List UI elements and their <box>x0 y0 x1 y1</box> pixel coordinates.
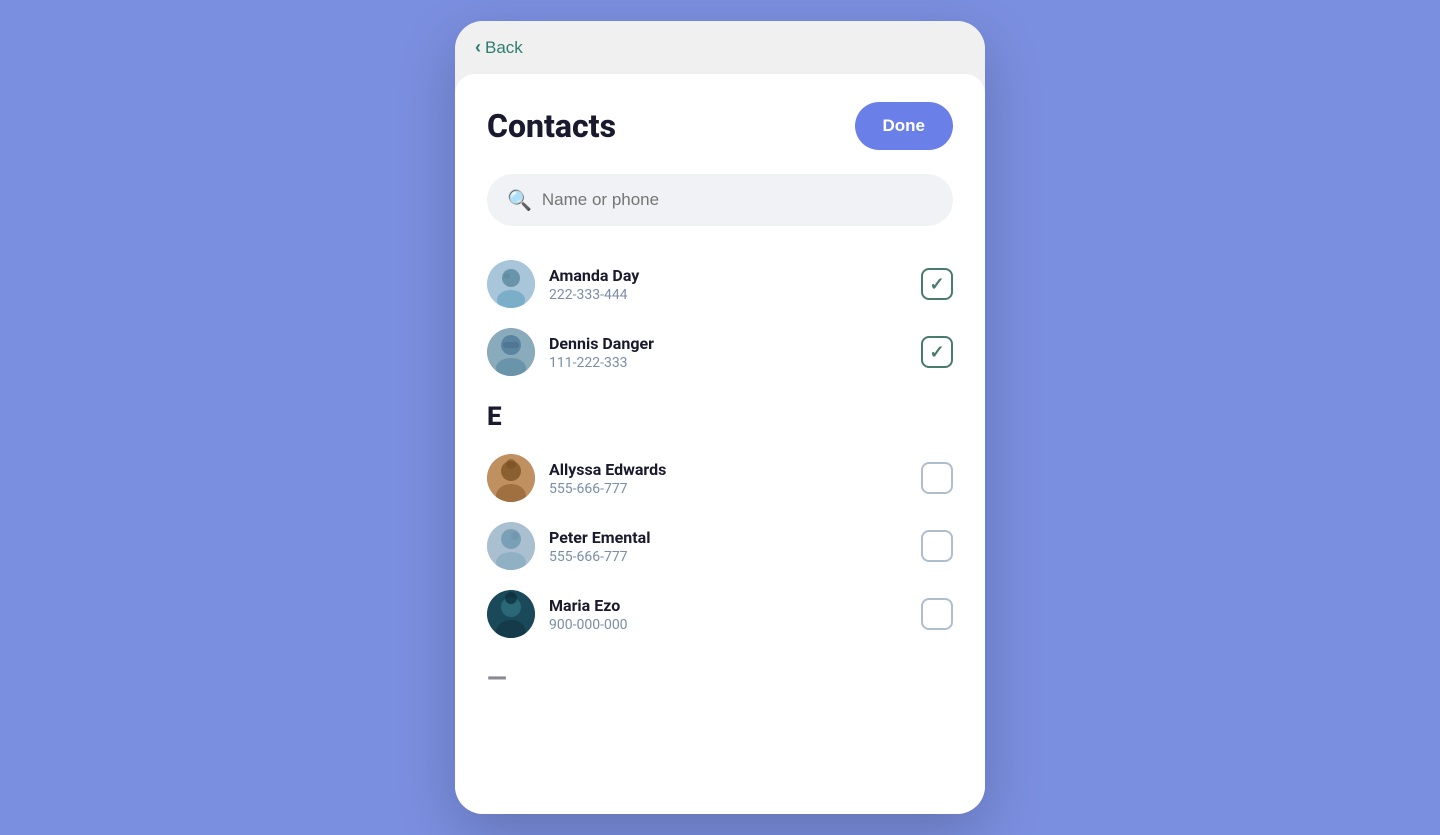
contact-info: Maria Ezo 900-000-000 <box>549 596 907 633</box>
phone-container: ‹ Back Contacts Done 🔍 <box>455 21 985 814</box>
contact-checkbox-dennis[interactable] <box>921 336 953 368</box>
avatar <box>487 260 535 308</box>
section-label-next: — <box>487 664 953 694</box>
back-label: Back <box>485 38 523 58</box>
contact-checkbox-amanda[interactable] <box>921 268 953 300</box>
contact-item[interactable]: Amanda Day 222-333-444 <box>487 250 953 318</box>
contact-phone: 111-222-333 <box>549 355 907 371</box>
contact-item[interactable]: Maria Ezo 900-000-000 <box>487 580 953 648</box>
search-bar: 🔍 <box>487 174 953 226</box>
contact-info: Amanda Day 222-333-444 <box>549 266 907 303</box>
avatar <box>487 590 535 638</box>
contact-phone: 555-666-777 <box>549 481 907 497</box>
search-input[interactable] <box>542 190 933 210</box>
section-e-list: Allyssa Edwards 555-666-777 Peter Ementa… <box>487 444 953 648</box>
main-content: Contacts Done 🔍 Amanda Day <box>455 74 985 814</box>
contact-phone: 555-666-777 <box>549 549 907 565</box>
contact-name: Dennis Danger <box>549 334 907 353</box>
contact-name: Maria Ezo <box>549 596 907 615</box>
section-label-e: E <box>487 402 953 432</box>
contact-info: Peter Emental 555-666-777 <box>549 528 907 565</box>
contact-phone: 900-000-000 <box>549 617 907 633</box>
header-bar: ‹ Back <box>455 21 985 74</box>
contact-checkbox-peter[interactable] <box>921 530 953 562</box>
avatar <box>487 454 535 502</box>
back-button[interactable]: ‹ Back <box>475 37 523 58</box>
contact-info: Allyssa Edwards 555-666-777 <box>549 460 907 497</box>
contact-item[interactable]: Dennis Danger 111-222-333 <box>487 318 953 386</box>
contact-name: Amanda Day <box>549 266 907 285</box>
title-row: Contacts Done <box>487 102 953 150</box>
contact-item[interactable]: Peter Emental 555-666-777 <box>487 512 953 580</box>
top-contacts-list: Amanda Day 222-333-444 Dennis Danger <box>487 250 953 386</box>
search-icon: 🔍 <box>507 188 532 212</box>
back-chevron-icon: ‹ <box>475 37 481 58</box>
avatar <box>487 522 535 570</box>
contact-phone: 222-333-444 <box>549 287 907 303</box>
page-title: Contacts <box>487 107 616 145</box>
contact-item[interactable]: Allyssa Edwards 555-666-777 <box>487 444 953 512</box>
contact-checkbox-maria[interactable] <box>921 598 953 630</box>
avatar <box>487 328 535 376</box>
contact-name: Peter Emental <box>549 528 907 547</box>
contact-info: Dennis Danger 111-222-333 <box>549 334 907 371</box>
contact-name: Allyssa Edwards <box>549 460 907 479</box>
contact-checkbox-allyssa[interactable] <box>921 462 953 494</box>
done-button[interactable]: Done <box>855 102 954 150</box>
